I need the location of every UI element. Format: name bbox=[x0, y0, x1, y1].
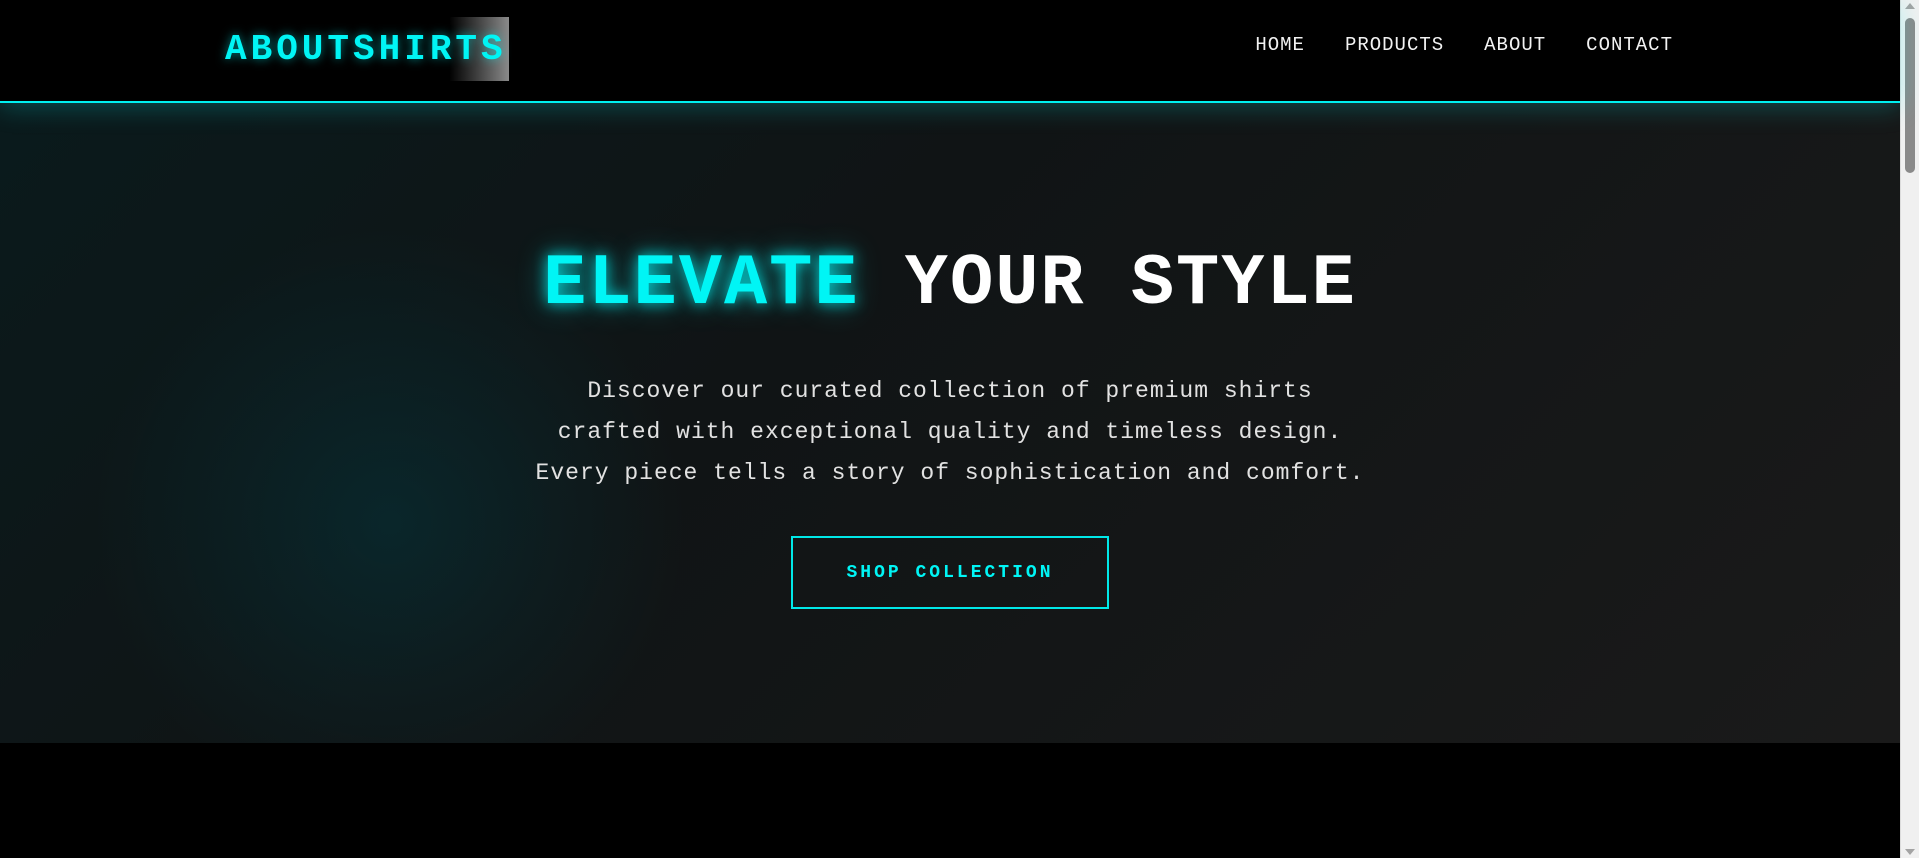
hero-title-rest: YOUR STYLE bbox=[904, 243, 1357, 325]
arrow-down-icon[interactable] bbox=[1905, 849, 1915, 855]
hero-title: ELEVATE YOUR STYLE bbox=[0, 243, 1900, 325]
next-section bbox=[0, 743, 1900, 858]
shop-collection-button[interactable]: SHOP COLLECTION bbox=[791, 536, 1109, 609]
hero-description-line: Discover our curated collection of premi… bbox=[587, 378, 1313, 404]
hero-description-line: Every piece tells a story of sophisticat… bbox=[535, 460, 1365, 486]
hero-section: ELEVATE YOUR STYLE Discover our curated … bbox=[0, 103, 1900, 743]
nav-about[interactable]: ABOUT bbox=[1484, 34, 1546, 56]
nav-home[interactable]: HOME bbox=[1255, 34, 1305, 56]
hero-description: Discover our curated collection of premi… bbox=[0, 371, 1900, 494]
vertical-scrollbar[interactable] bbox=[1900, 0, 1919, 858]
hero-description-line: crafted with exceptional quality and tim… bbox=[557, 419, 1343, 445]
main-nav: HOME PRODUCTS ABOUT CONTACT bbox=[1255, 34, 1673, 56]
scrollbar-thumb[interactable] bbox=[1905, 18, 1915, 173]
arrow-up-icon[interactable] bbox=[1905, 3, 1915, 9]
nav-contact[interactable]: CONTACT bbox=[1586, 34, 1673, 56]
nav-products[interactable]: PRODUCTS bbox=[1345, 34, 1444, 56]
logo[interactable]: ABOUTSHIRTS bbox=[225, 17, 509, 81]
site-header: ABOUTSHIRTS HOME PRODUCTS ABOUT CONTACT bbox=[0, 0, 1900, 103]
hero-title-accent: ELEVATE bbox=[543, 243, 860, 325]
page: ABOUTSHIRTS HOME PRODUCTS ABOUT CONTACT … bbox=[0, 0, 1919, 858]
